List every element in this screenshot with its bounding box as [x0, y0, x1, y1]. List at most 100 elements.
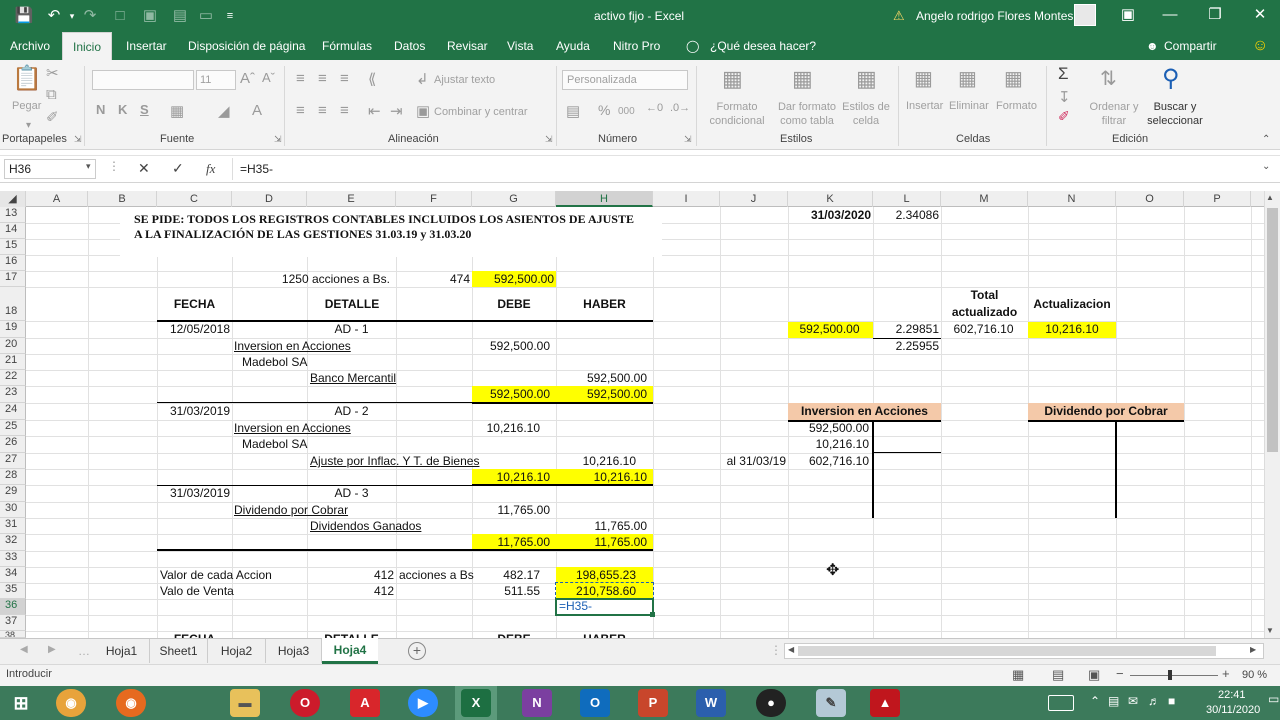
clipboard-launcher-icon[interactable]: ⇲ — [74, 134, 82, 145]
align-top-icon[interactable]: ≡ — [296, 70, 305, 87]
row-header[interactable]: 17 — [0, 271, 26, 287]
column-header-c[interactable]: C — [157, 191, 232, 207]
customize-toolbar-icon[interactable]: ≡ — [220, 6, 240, 26]
grow-font-icon[interactable]: Aˆ — [240, 70, 255, 87]
share-person-icon[interactable]: ☻ — [1144, 32, 1161, 60]
scroll-up-icon[interactable]: ▲ — [1266, 193, 1274, 202]
font-launcher-icon[interactable]: ⇲ — [274, 134, 282, 145]
find-select-button[interactable]: Buscar y seleccionar — [1140, 100, 1210, 128]
clock-date[interactable]: 30/11/2020 — [1206, 704, 1260, 716]
t-account-dividendo-title[interactable]: Dividendo por Cobrar — [1028, 404, 1184, 419]
column-header-l[interactable]: L — [873, 191, 941, 207]
column-header-d[interactable]: D — [232, 191, 307, 207]
cell-d25[interactable]: Inversion en Acciones — [234, 421, 351, 436]
column-header-e[interactable]: E — [307, 191, 396, 207]
page-break-view-icon[interactable]: ▣ — [1088, 667, 1100, 683]
cell-g30[interactable]: 11,765.00 — [472, 503, 551, 518]
format-table-icon[interactable]: ▦ — [792, 66, 813, 92]
save-icon[interactable]: 💾 — [14, 6, 34, 26]
insert-cells-button[interactable]: Insertar — [906, 100, 943, 112]
row-header[interactable]: 30 — [0, 502, 26, 518]
cell-h32[interactable]: 11,765.00 — [556, 535, 648, 550]
chrome-icon[interactable]: ◉ — [56, 689, 86, 717]
paste-label[interactable]: Pegar — [12, 100, 41, 112]
cell-e35[interactable]: 412 — [307, 584, 394, 599]
collapse-ribbon-icon[interactable]: ⌃ — [1262, 134, 1270, 145]
cell-l19[interactable]: 2.29851 — [873, 322, 939, 337]
share-button[interactable]: Compartir — [1162, 32, 1219, 60]
delete-cells-button[interactable]: Eliminar — [949, 100, 989, 112]
number-format-box[interactable]: Personalizada — [562, 70, 688, 90]
row-header[interactable]: 20 — [0, 338, 26, 354]
column-header-p[interactable]: P — [1184, 191, 1251, 207]
wrap-text-icon[interactable]: ↲ — [416, 70, 429, 88]
obs-icon[interactable]: ● — [756, 689, 786, 717]
paint-icon[interactable]: ✎ — [816, 689, 846, 717]
firefox-icon[interactable]: ◉ — [116, 689, 146, 717]
tab-archivo[interactable]: Archivo — [8, 32, 52, 60]
minimize-icon[interactable]: — — [1150, 0, 1190, 32]
cell-g20[interactable]: 592,500.00 — [472, 339, 550, 354]
format-cells-button[interactable]: Formato — [996, 100, 1037, 112]
cell-e24[interactable]: AD - 2 — [307, 404, 396, 419]
insert-cells-icon[interactable]: ▦ — [914, 66, 933, 91]
cell-c24[interactable]: 31/03/2019 — [157, 404, 230, 419]
cell-k13[interactable]: 31/03/2020 — [788, 208, 871, 223]
wrap-text-button[interactable]: Ajustar texto — [434, 74, 495, 86]
hscroll-right-icon[interactable]: ▶ — [1250, 645, 1256, 654]
select-all-corner[interactable]: ◢ — [0, 191, 26, 207]
header-haber[interactable]: HABER — [556, 297, 653, 312]
format-painter-icon[interactable]: ✐ — [46, 108, 59, 126]
tab-formulas[interactable]: Fórmulas — [320, 32, 374, 60]
tab-scroll-left-icon[interactable]: ◀ — [20, 644, 28, 655]
ribbon-display-icon[interactable]: ▣ — [1108, 0, 1148, 32]
merge-center-button[interactable]: Combinar y centrar — [434, 106, 528, 118]
tab-insertar[interactable]: Insertar — [124, 32, 169, 60]
row-header[interactable]: 19 — [0, 321, 26, 338]
percent-button[interactable]: % — [598, 102, 610, 118]
italic-button[interactable]: K — [118, 102, 127, 117]
font-name-box[interactable] — [92, 70, 194, 90]
column-header-k[interactable]: K — [788, 191, 873, 207]
normal-view-icon[interactable]: ▦ — [1012, 667, 1024, 683]
align-middle-icon[interactable]: ≡ — [318, 70, 327, 87]
cut-icon[interactable]: ✂ — [46, 64, 59, 82]
row-header[interactable]: 37 — [0, 615, 26, 631]
cell-c29[interactable]: 31/03/2019 — [157, 486, 230, 501]
orientation-icon[interactable]: ⟪ — [368, 70, 376, 88]
cell-k25[interactable]: 592,500.00 — [788, 421, 869, 436]
zoom-slider[interactable] — [1130, 675, 1218, 676]
vertical-scroll-thumb[interactable] — [1267, 208, 1278, 452]
increase-indent-icon[interactable]: ⇥ — [390, 102, 403, 120]
conditional-format-button[interactable]: Formato condicional — [704, 100, 770, 128]
fill-icon[interactable]: ↧ — [1058, 88, 1071, 106]
delete-cells-icon[interactable]: ▦ — [958, 66, 977, 91]
opera-icon[interactable]: O — [290, 689, 320, 717]
row-header-active[interactable]: 36 — [0, 599, 26, 615]
row-header[interactable]: 13 — [0, 207, 26, 223]
new-file-icon[interactable]: □ — [110, 6, 130, 26]
column-header-h[interactable]: H — [556, 191, 653, 207]
network-icon[interactable]: ▤ — [1108, 694, 1119, 708]
maximize-icon[interactable]: ❐ — [1195, 0, 1235, 32]
undo-icon[interactable]: ↶ — [44, 6, 64, 26]
word-icon[interactable]: W — [696, 689, 726, 717]
volume-icon[interactable]: ♬ — [1148, 694, 1160, 708]
shrink-font-icon[interactable]: Aˇ — [262, 70, 275, 85]
cell-g28[interactable]: 10,216.10 — [472, 470, 550, 485]
tabs-split-icon[interactable]: ⋮ — [770, 643, 782, 657]
row-header[interactable]: 38 — [0, 631, 26, 638]
cell-h22[interactable]: 592,500.00 — [556, 371, 647, 386]
cell-d21[interactable]: Madebol SA — [242, 355, 307, 370]
row-header[interactable]: 22 — [0, 370, 26, 386]
cell-c19[interactable]: 12/05/2018 — [157, 322, 230, 337]
column-header-m[interactable]: M — [941, 191, 1028, 207]
tray-arrow-icon[interactable]: ⌃ — [1090, 694, 1100, 708]
autocad-icon[interactable]: A — [350, 689, 380, 717]
find-select-icon[interactable]: ⚲ — [1162, 64, 1180, 93]
touch-keyboard-icon[interactable] — [1048, 695, 1074, 711]
row-header[interactable]: 25 — [0, 420, 26, 436]
notifications-icon[interactable]: ▭ — [1268, 692, 1279, 706]
currency-icon[interactable]: ▤ — [566, 102, 580, 120]
cancel-entry-icon[interactable]: ✕ — [138, 160, 150, 177]
